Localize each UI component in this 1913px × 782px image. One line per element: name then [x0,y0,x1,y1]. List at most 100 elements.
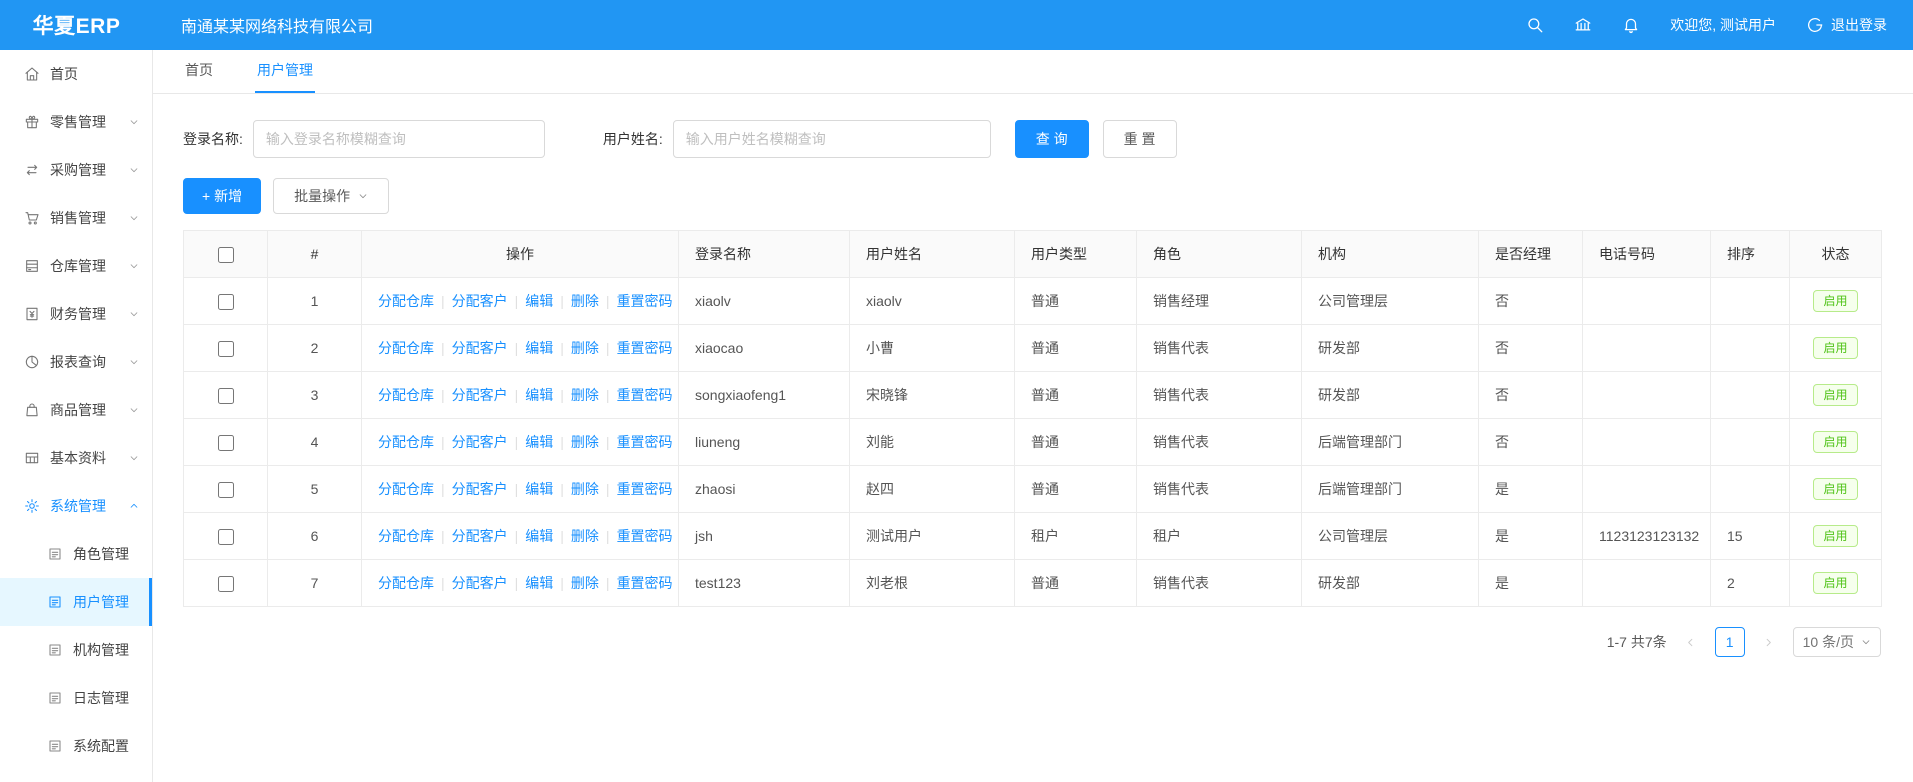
sidebar-item-sale[interactable]: 销售管理 [0,194,152,242]
table-row: 7 分配仓库|分配客户|编辑|删除|重置密码 test123 刘老根 普通 销售… [184,560,1882,607]
reset-password-link[interactable]: 重置密码 [617,575,673,591]
row-checkbox[interactable] [218,435,234,451]
assign-warehouse-link[interactable]: 分配仓库 [378,293,434,309]
edit-link[interactable]: 编辑 [525,528,553,544]
edit-link[interactable]: 编辑 [525,575,553,591]
tab-home[interactable]: 首页 [183,49,215,93]
login-name-input[interactable] [253,120,545,158]
assign-customer-link[interactable]: 分配客户 [452,387,508,403]
reset-password-link[interactable]: 重置密码 [617,340,673,356]
assign-customer-link[interactable]: 分配客户 [452,340,508,356]
status-badge[interactable]: 启用 [1813,431,1857,453]
assign-warehouse-link[interactable]: 分配仓库 [378,528,434,544]
reset-password-link[interactable]: 重置密码 [617,434,673,450]
user-name-input[interactable] [673,120,991,158]
bell-icon[interactable] [1622,16,1640,34]
sidebar-item-goods[interactable]: 商品管理 [0,386,152,434]
assign-customer-link[interactable]: 分配客户 [452,293,508,309]
assign-warehouse-link[interactable]: 分配仓库 [378,387,434,403]
page-size-select[interactable]: 10 条/页 [1793,627,1881,657]
assign-warehouse-link[interactable]: 分配仓库 [378,481,434,497]
edit-link[interactable]: 编辑 [525,434,553,450]
assign-warehouse-link[interactable]: 分配仓库 [378,434,434,450]
delete-link[interactable]: 删除 [571,434,599,450]
cell-org: 后端管理部门 [1302,419,1479,466]
sidebar-item-finance[interactable]: 财务管理 [0,290,152,338]
reset-button[interactable]: 重 置 [1103,120,1177,158]
edit-link[interactable]: 编辑 [525,293,553,309]
reset-password-link[interactable]: 重置密码 [617,481,673,497]
assign-customer-link[interactable]: 分配客户 [452,528,508,544]
status-badge[interactable]: 启用 [1813,478,1857,500]
sidebar-item-purchase[interactable]: 采购管理 [0,146,152,194]
sidebar-item-label: 日志管理 [73,688,129,708]
delete-link[interactable]: 删除 [571,293,599,309]
tab-user-mgmt[interactable]: 用户管理 [255,49,315,93]
assign-warehouse-link[interactable]: 分配仓库 [378,340,434,356]
next-page-button[interactable] [1755,628,1783,656]
status-badge[interactable]: 启用 [1813,384,1857,406]
batch-actions-label: 批量操作 [294,186,350,206]
reset-password-link[interactable]: 重置密码 [617,387,673,403]
edit-link[interactable]: 编辑 [525,340,553,356]
logout-button[interactable]: 退出登录 [1806,15,1887,35]
sidebar-item-report[interactable]: 报表查询 [0,338,152,386]
shopping-bag-icon [24,402,40,418]
row-checkbox[interactable] [218,388,234,404]
assign-customer-link[interactable]: 分配客户 [452,481,508,497]
search-icon[interactable] [1526,16,1544,34]
row-checkbox[interactable] [218,482,234,498]
row-index: 7 [268,560,362,607]
cell-type: 普通 [1015,325,1137,372]
chevron-down-icon [129,261,139,271]
reset-password-link[interactable]: 重置密码 [617,293,673,309]
table-row: 1 分配仓库|分配客户|编辑|删除|重置密码 xiaolv xiaolv 普通 … [184,278,1882,325]
edit-link[interactable]: 编辑 [525,387,553,403]
chevron-left-icon [1685,637,1696,648]
row-checkbox[interactable] [218,576,234,592]
add-button[interactable]: + 新增 [183,178,261,214]
delete-link[interactable]: 删除 [571,387,599,403]
status-badge[interactable]: 启用 [1813,337,1857,359]
sidebar: 首页 零售管理 采购管理 销售管理 仓库管理 财务管理 [0,50,153,782]
cell-sort [1711,278,1790,325]
row-checkbox[interactable] [218,529,234,545]
assign-customer-link[interactable]: 分配客户 [452,434,508,450]
status-badge[interactable]: 启用 [1813,525,1857,547]
bank-icon[interactable] [1574,16,1592,34]
prev-page-button[interactable] [1677,628,1705,656]
sidebar-item-warehouse[interactable]: 仓库管理 [0,242,152,290]
row-index: 5 [268,466,362,513]
cell-login: liuneng [679,419,850,466]
reset-password-link[interactable]: 重置密码 [617,528,673,544]
sidebar-item-basic[interactable]: 基本资料 [0,434,152,482]
cell-phone: 1123123123132 [1583,513,1711,560]
sidebar-item-label: 采购管理 [50,160,106,180]
sidebar-item-home[interactable]: 首页 [0,50,152,98]
sidebar-item-log-mgmt[interactable]: 日志管理 [0,674,152,722]
status-badge[interactable]: 启用 [1813,290,1857,312]
delete-link[interactable]: 删除 [571,575,599,591]
cell-login: songxiaofeng1 [679,372,850,419]
batch-actions-button[interactable]: 批量操作 [273,178,389,214]
delete-link[interactable]: 删除 [571,340,599,356]
status-badge[interactable]: 启用 [1813,572,1857,594]
sidebar-item-system-config[interactable]: 系统配置 [0,722,152,770]
assign-customer-link[interactable]: 分配客户 [452,575,508,591]
page-number[interactable]: 1 [1715,627,1745,657]
assign-warehouse-link[interactable]: 分配仓库 [378,575,434,591]
row-checkbox[interactable] [218,294,234,310]
delete-link[interactable]: 删除 [571,481,599,497]
delete-link[interactable]: 删除 [571,528,599,544]
sidebar-item-org-mgmt[interactable]: 机构管理 [0,626,152,674]
select-all-checkbox[interactable] [218,247,234,263]
sidebar-item-role-mgmt[interactable]: 角色管理 [0,530,152,578]
row-checkbox[interactable] [218,341,234,357]
sidebar-item-user-mgmt[interactable]: 用户管理 [0,578,152,626]
query-button[interactable]: 查 询 [1015,120,1089,158]
sidebar-item-retail[interactable]: 零售管理 [0,98,152,146]
row-index: 4 [268,419,362,466]
edit-link[interactable]: 编辑 [525,481,553,497]
sidebar-item-system[interactable]: 系统管理 [0,482,152,530]
chevron-down-icon [129,213,139,223]
